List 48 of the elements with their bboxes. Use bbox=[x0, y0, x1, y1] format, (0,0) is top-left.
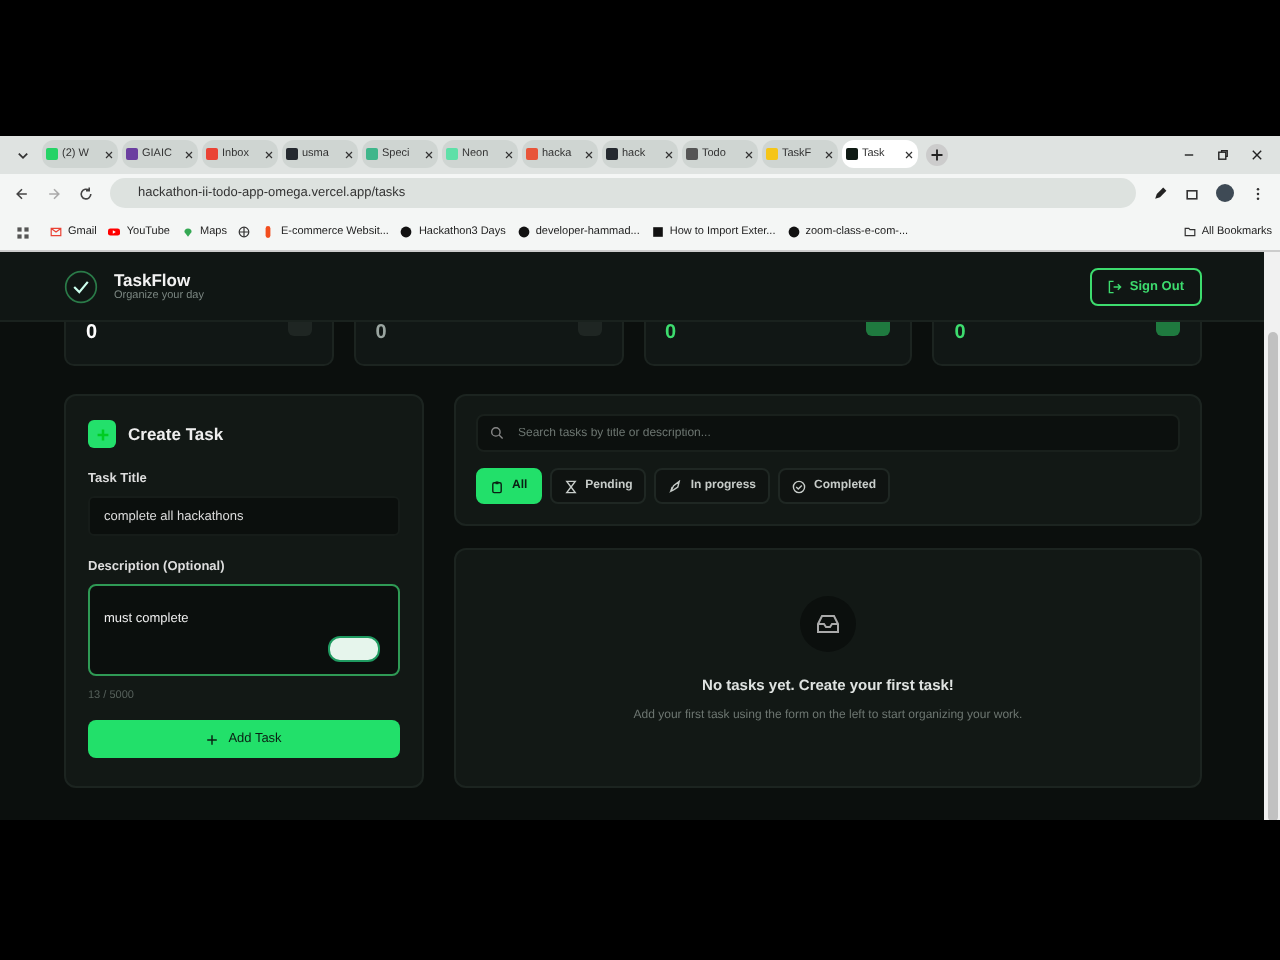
close-tab-icon[interactable] bbox=[344, 149, 354, 160]
close-tab-icon[interactable] bbox=[824, 149, 834, 160]
play-icon bbox=[108, 226, 121, 239]
close-tab-icon[interactable] bbox=[184, 149, 194, 160]
profile-avatar[interactable] bbox=[1216, 184, 1234, 203]
globe-icon bbox=[238, 226, 251, 239]
stat-value: 0 bbox=[375, 322, 387, 344]
bookmark[interactable] bbox=[238, 226, 251, 239]
restore-icon[interactable] bbox=[1216, 147, 1230, 162]
mail-icon bbox=[50, 226, 62, 239]
stat-value: 0 bbox=[86, 322, 98, 344]
close-tab-icon[interactable] bbox=[504, 149, 514, 160]
back-icon[interactable] bbox=[14, 185, 30, 202]
stat-icon bbox=[1156, 322, 1180, 336]
close-icon[interactable] bbox=[1250, 147, 1264, 162]
stat-value: 0 bbox=[665, 322, 677, 344]
reload-icon[interactable] bbox=[78, 185, 94, 202]
circle-logo-icon bbox=[787, 226, 800, 239]
sign-out-icon bbox=[1107, 279, 1122, 293]
clipboard-icon bbox=[490, 479, 504, 493]
square-logo-icon bbox=[651, 226, 664, 239]
stat-value: 0 bbox=[954, 322, 966, 344]
folder-icon bbox=[1183, 226, 1196, 239]
plus-icon bbox=[206, 733, 219, 745]
circle-logo-icon bbox=[400, 226, 413, 239]
close-tab-icon[interactable] bbox=[904, 149, 914, 160]
circle-logo-icon bbox=[517, 226, 530, 239]
stat-icon bbox=[866, 322, 891, 336]
close-tab-icon[interactable] bbox=[104, 149, 114, 160]
pin-icon bbox=[182, 226, 194, 239]
close-tab-icon[interactable] bbox=[584, 149, 594, 160]
form-heading: Create Task bbox=[128, 424, 224, 444]
close-tab-icon[interactable] bbox=[744, 149, 754, 160]
pen-icon[interactable] bbox=[1152, 185, 1168, 202]
scrollbar[interactable] bbox=[1264, 252, 1280, 820]
inbox-icon bbox=[800, 596, 856, 652]
close-tab-icon[interactable] bbox=[664, 149, 674, 160]
close-tab-icon[interactable] bbox=[424, 149, 434, 160]
new-tab-button[interactable] bbox=[926, 143, 948, 166]
search-icon bbox=[490, 426, 504, 440]
apps-icon[interactable] bbox=[16, 225, 30, 240]
tab-search-icon[interactable] bbox=[16, 147, 30, 162]
app-title: TaskFlow bbox=[114, 270, 193, 290]
close-tab-icon[interactable] bbox=[264, 149, 274, 160]
check-logo-icon bbox=[64, 269, 98, 303]
plus-icon bbox=[88, 420, 116, 448]
check-circle-icon bbox=[792, 479, 807, 493]
hourglass-icon bbox=[563, 479, 578, 493]
